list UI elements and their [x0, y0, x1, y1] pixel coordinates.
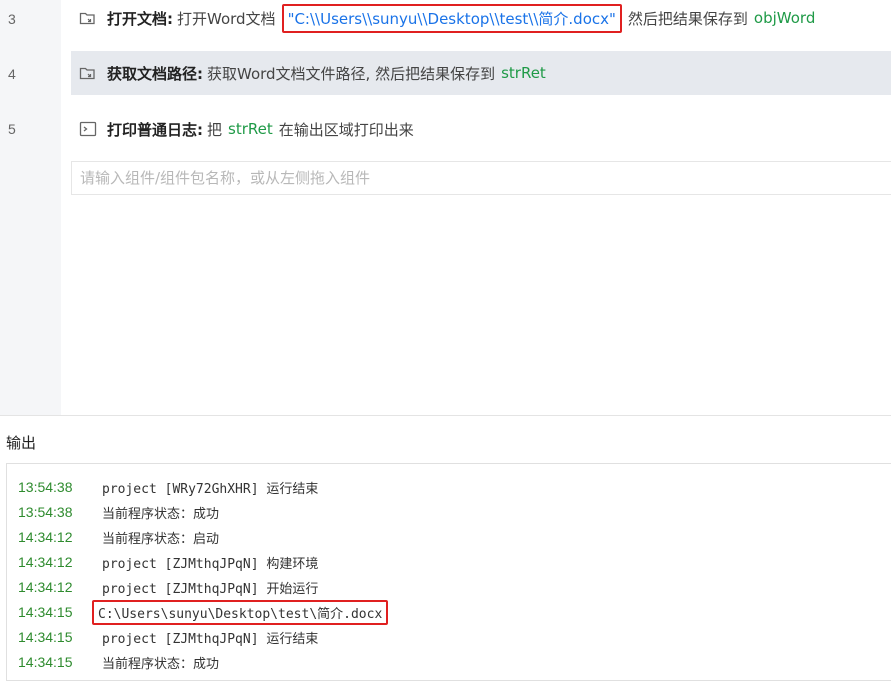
- step-text: 打开Word文档: [177, 9, 276, 28]
- log-message: 当前程序状态：成功: [102, 506, 220, 522]
- folder-open-icon: [79, 64, 97, 82]
- log-entry: 14:34:15 当前程序状态：成功: [18, 651, 223, 673]
- log-message: project [ZJMthqJPqN] 开始运行: [102, 581, 319, 597]
- log-entry: 14:34:12 project [ZJMthqJPqN] 开始运行: [18, 576, 322, 598]
- step-open-document[interactable]: 打开文档: 打开Word文档 "C:\\Users\\sunyu\\Deskto…: [71, 0, 891, 40]
- log-entry: 14:34:15 C:\Users\sunyu\Desktop\test\简介.…: [18, 599, 389, 625]
- log-time: 13:54:38: [18, 504, 73, 520]
- log-entry: 13:54:38 当前程序状态：成功: [18, 501, 223, 523]
- flow-editor: 3 4 5 打开文档: 打开Word文档 "C:\\Users\\sunyu\\…: [0, 0, 891, 415]
- log-message: project [ZJMthqJPqN] 构建环境: [102, 556, 319, 572]
- step-text: 把: [207, 120, 223, 139]
- log-time: 14:34:12: [18, 529, 73, 545]
- line-number: 4: [8, 66, 16, 82]
- step-text: 然后把结果保存到: [627, 9, 748, 28]
- step-title: 打印普通日志:: [107, 120, 203, 139]
- output-panel: 输出 13:54:38 project [WRy72GhXHR] 运行结束 13…: [0, 415, 891, 681]
- line-gutter: 3 4 5: [0, 0, 61, 415]
- result-variable[interactable]: objWord: [754, 9, 815, 27]
- component-search-input[interactable]: [72, 162, 891, 194]
- terminal-icon: [79, 120, 97, 138]
- step-title: 打开文档:: [107, 9, 173, 28]
- step-text: 在输出区域打印出来: [278, 120, 414, 139]
- output-title: 输出: [6, 434, 37, 452]
- log-time: 14:34:15: [18, 629, 73, 645]
- step-text: 获取Word文档文件路径, 然后把结果保存到: [207, 64, 496, 83]
- log-time: 14:34:15: [18, 654, 73, 670]
- log-list[interactable]: 13:54:38 project [WRy72GhXHR] 运行结束 13:54…: [6, 463, 891, 681]
- file-path-argument[interactable]: "C:\\Users\\sunyu\\Desktop\\test\\简介.doc…: [281, 3, 622, 33]
- step-print-log[interactable]: 打印普通日志: 把 strRet 在输出区域打印出来: [71, 107, 891, 151]
- log-time: 13:54:38: [18, 479, 73, 495]
- log-entry: 14:34:12 project [ZJMthqJPqN] 构建环境: [18, 551, 322, 573]
- step-title: 获取文档路径:: [107, 64, 203, 83]
- log-message-file-path: C:\Users\sunyu\Desktop\test\简介.docx: [92, 599, 389, 625]
- step-get-document-path[interactable]: 获取文档路径: 获取Word文档文件路径, 然后把结果保存到 strRet: [71, 51, 891, 95]
- argument-variable[interactable]: strRet: [228, 120, 273, 138]
- result-variable[interactable]: strRet: [501, 64, 546, 82]
- log-time: 14:34:12: [18, 579, 73, 595]
- log-entry: 14:34:12 当前程序状态：启动: [18, 526, 223, 548]
- log-message: project [ZJMthqJPqN] 运行结束: [102, 631, 319, 647]
- log-message: project [WRy72GhXHR] 运行结束: [102, 481, 319, 497]
- line-number: 3: [8, 11, 16, 27]
- line-number: 5: [8, 121, 16, 137]
- log-entry: 13:54:38 project [WRy72GhXHR] 运行结束: [18, 476, 322, 498]
- log-time: 14:34:12: [18, 554, 73, 570]
- log-time: 14:34:15: [18, 604, 73, 620]
- log-message: 当前程序状态：启动: [102, 531, 220, 547]
- log-entry: 14:34:15 project [ZJMthqJPqN] 运行结束: [18, 626, 322, 648]
- log-message: 当前程序状态：成功: [102, 656, 220, 672]
- folder-open-icon: [79, 9, 97, 27]
- component-search: [71, 161, 891, 195]
